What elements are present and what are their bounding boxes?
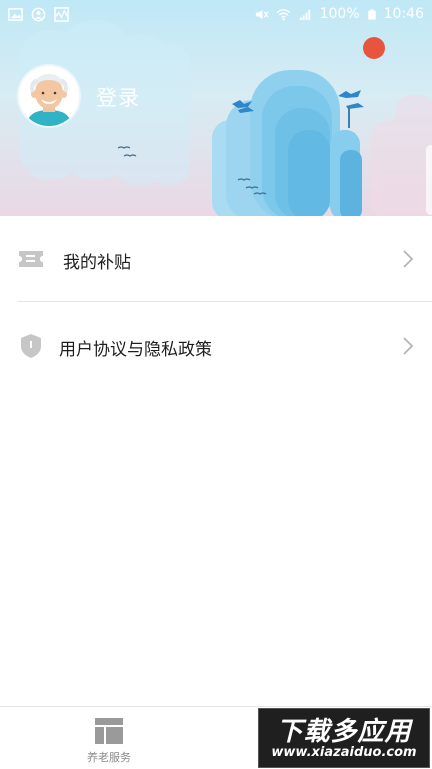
user-avatar[interactable] <box>19 66 79 126</box>
chevron-right-icon <box>403 250 414 268</box>
menu-item-label: 用户协议与隐私政策 <box>59 340 212 360</box>
nav-tab-elderly-services[interactable]: 养老服务 <box>66 707 154 769</box>
login-link[interactable]: 登录 <box>96 82 140 112</box>
menu-divider <box>18 301 432 302</box>
menu-item-privacy-policy[interactable]: 用户协议与隐私政策 <box>0 303 432 389</box>
signal-icon <box>299 9 310 20</box>
menu-item-my-subsidy[interactable]: 我的补贴 <box>0 216 432 302</box>
profile-header-banner: 100% 10:46 登录 <box>0 0 432 216</box>
elder-avatar-icon <box>19 66 79 126</box>
layout-icon <box>95 718 123 744</box>
watermark-title: 下载多应用 <box>276 717 412 747</box>
nav-tab-label: 养老服务 <box>87 751 131 764</box>
mute-icon <box>255 9 269 19</box>
image-icon <box>8 8 23 21</box>
status-time: 10:46 <box>383 6 424 22</box>
status-right-icons: 100% 10:46 <box>254 6 424 22</box>
status-bar: 100% 10:46 <box>0 0 432 30</box>
menu-item-label: 我的补贴 <box>63 253 131 273</box>
status-left-icons <box>8 7 69 22</box>
watermark-url: www.xiazaiduo.com <box>271 745 417 760</box>
site-watermark: 下载多应用 www.xiazaiduo.com <box>258 708 430 768</box>
shield-icon <box>21 334 41 358</box>
battery-percent: 100% <box>319 6 360 22</box>
chevron-right-icon <box>403 337 414 355</box>
wifi-icon <box>276 8 291 20</box>
account-circle-icon <box>31 7 46 22</box>
activity-icon <box>54 7 69 22</box>
ticket-icon <box>19 251 43 267</box>
battery-icon <box>367 9 376 19</box>
